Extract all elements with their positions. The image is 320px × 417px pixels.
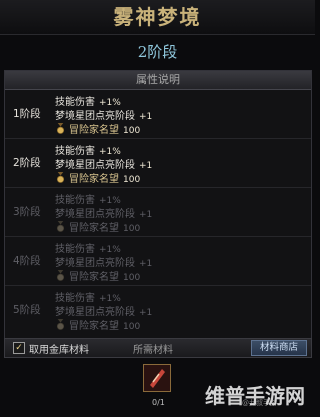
fame-medal-icon [56,123,65,134]
star-cluster-value: +1 [139,259,153,269]
fame-value: 100 [123,273,141,283]
star-cluster-line: 梦境星团点亮阶段 +1 [55,205,152,220]
fame-medal-icon [56,319,65,330]
skill-damage-line: 技能伤害 +1% [55,93,121,108]
fame-label: 冒险家名望 [69,272,119,283]
star-cluster-value: +1 [139,161,153,171]
stage-label: 3阶段 [13,206,41,218]
stage-row-2: 2阶段 技能伤害 +1% 梦境星团点亮阶段 +1 冒险家名望 100 [5,139,311,188]
fame-medal-icon [56,221,65,232]
star-cluster-line: 梦境星团点亮阶段 +1 [55,156,152,171]
fame-line: 冒险家名望 100 [55,170,140,185]
stage-rows: 1阶段 技能伤害 +1% 梦境星团点亮阶段 +1 冒险家名望 100 2阶段 技能伤害… [5,90,311,338]
fame-label: 冒险家名望 [69,223,119,234]
stage-label: 1阶段 [13,108,41,120]
skill-damage-line: 技能伤害 +1% [55,142,121,157]
fame-label: 冒险家名望 [69,125,119,136]
fame-value: 100 [123,126,141,136]
fame-value: 100 [123,322,141,332]
stage-row-3: 3阶段 技能伤害 +1% 梦境星团点亮阶段 +1 冒险家名望 100 [5,188,311,237]
material-item-slot[interactable] [143,364,171,392]
star-cluster-line: 梦境星团点亮阶段 +1 [55,254,152,269]
fame-label: 冒险家名望 [69,321,119,332]
star-cluster-line: 梦境星团点亮阶段 +1 [55,107,152,122]
fame-medal-icon [56,172,65,183]
fame-medal-icon [56,270,65,281]
fame-label: 冒险家名望 [69,174,119,185]
star-cluster-value: +1 [139,112,153,122]
panel-header: 属性说明 [5,71,311,90]
fame-value: 100 [123,175,141,185]
use-storage-label: 取用金库材料 [29,345,89,356]
required-materials-label: 所需材料 [133,345,173,356]
stage-row-4: 4阶段 技能伤害 +1% 梦境星团点亮阶段 +1 冒险家名望 100 [5,237,311,286]
skill-damage-line: 技能伤害 +1% [55,240,121,255]
material-shop-button[interactable]: 材料商店 [251,340,307,356]
star-cluster-value: +1 [139,210,153,220]
current-stage: 2阶段 [137,43,178,61]
stage-row-1: 1阶段 技能伤害 +1% 梦境星团点亮阶段 +1 冒险家名望 100 [5,90,311,139]
fame-line: 冒险家名望 100 [55,121,140,136]
stage-label: 5阶段 [13,304,41,316]
window-title: 雾神梦境 [0,0,315,35]
stage-label: 2阶段 [13,157,41,169]
material-item-icon [144,365,170,391]
skill-damage-line: 技能伤害 +1% [55,289,121,304]
material-count: 0/1 [152,398,165,407]
fame-line: 冒险家名望 100 [55,268,140,283]
stage-label: 4阶段 [13,255,41,267]
fame-line: 冒险家名望 100 [55,219,140,234]
stage-row-5: 5阶段 技能伤害 +1% 梦境星团点亮阶段 +1 冒险家名望 100 [5,286,311,334]
attribute-panel: 属性说明 1阶段 技能伤害 +1% 梦境星团点亮阶段 +1 冒险家名望 100 2阶段… [4,70,312,340]
fame-value: 100 [123,224,141,234]
watermark-sub: @九叔手游 [242,399,277,407]
fame-line: 冒险家名望 100 [55,317,140,332]
material-footer: ✓ 取用金库材料 所需材料 材料商店 [4,338,312,358]
skill-damage-line: 技能伤害 +1% [55,191,121,206]
star-cluster-line: 梦境星团点亮阶段 +1 [55,303,152,318]
use-storage-checkbox[interactable]: ✓ [13,342,25,354]
star-cluster-value: +1 [139,308,153,318]
